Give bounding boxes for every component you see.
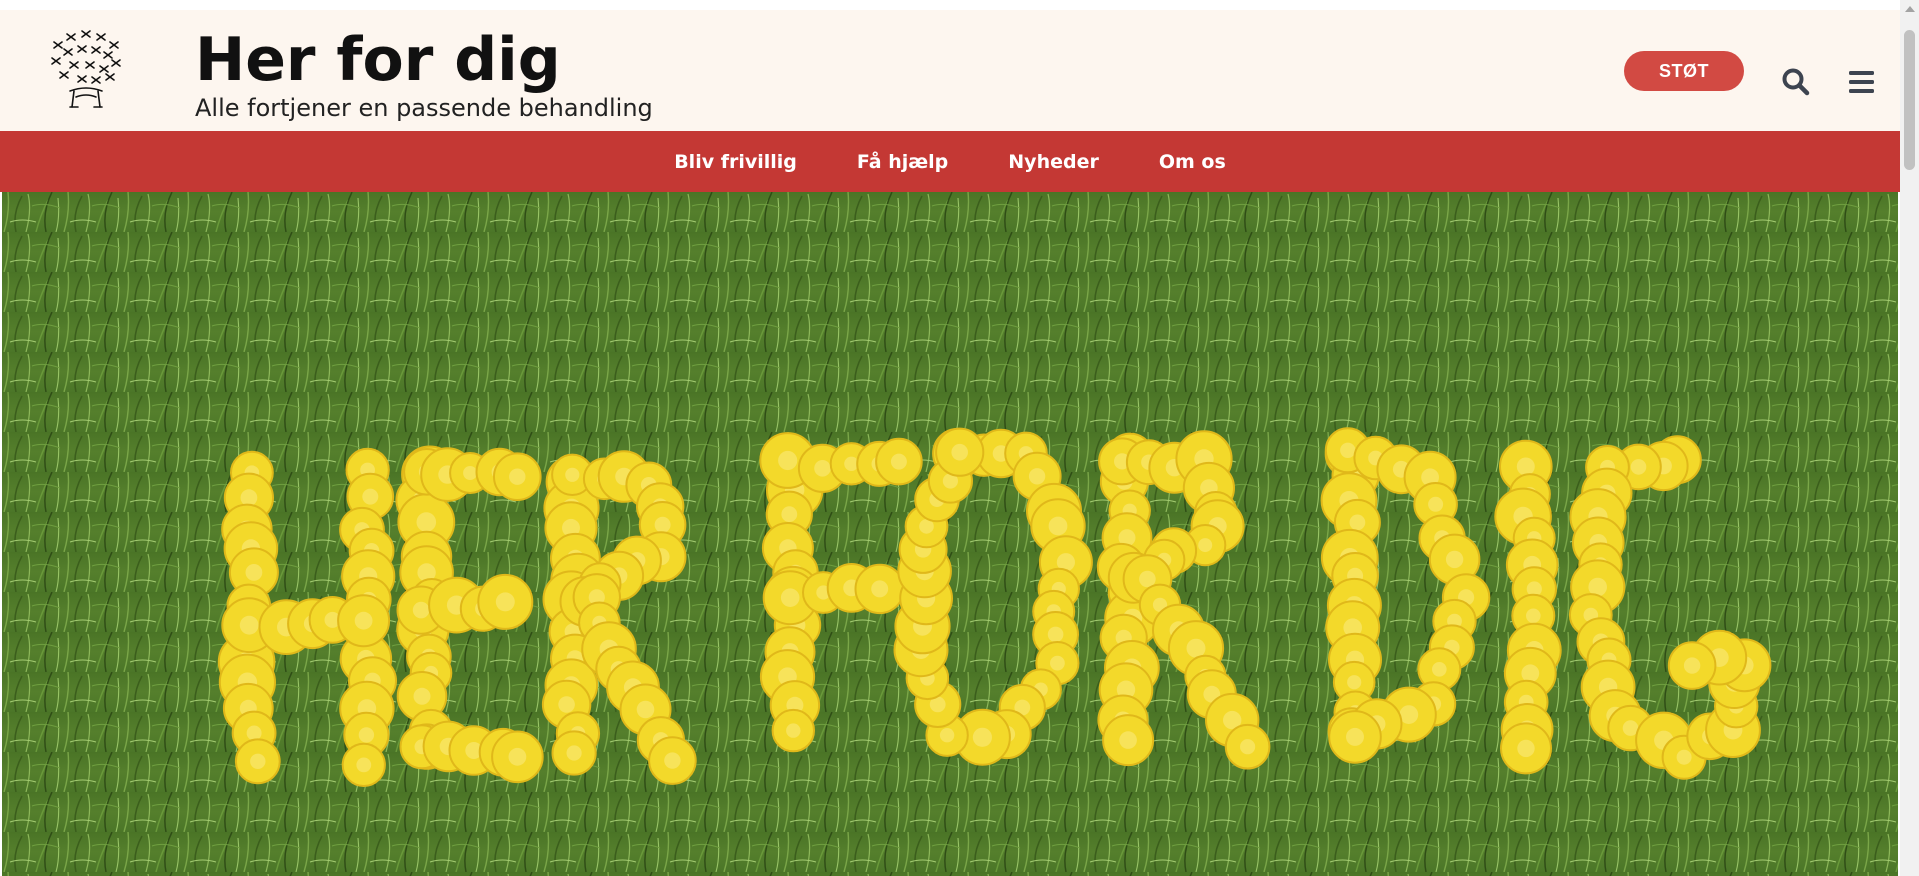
site-title[interactable]: Her for dig	[195, 20, 561, 100]
dandelion-flower-center	[664, 752, 681, 769]
dandelion-flower-center	[1240, 739, 1256, 755]
dandelion-flower-center	[358, 727, 375, 743]
donate-button[interactable]: STØT	[1624, 51, 1744, 91]
dandelion-flower-center	[246, 725, 262, 741]
dandelion-flower-center	[412, 601, 430, 619]
dandelion-flower-center	[250, 753, 266, 769]
nav-item-bliv-frivillig[interactable]: Bliv frivillig	[644, 151, 827, 173]
nav-list: Bliv frivillig Få hjælp Nyheder Om os	[0, 131, 1900, 192]
dandelion-flower-center	[1428, 496, 1444, 512]
nav-item-om-os[interactable]: Om os	[1129, 151, 1256, 173]
dandelion-flower-center	[814, 460, 831, 477]
dandelion-flower-center	[495, 592, 515, 612]
dandelion-flower-center	[240, 489, 258, 507]
scrollbar[interactable]	[1900, 0, 1919, 876]
dandelion-flower-center	[1119, 731, 1137, 749]
dandelion-flower-center	[636, 700, 655, 719]
dandelion-flower-center	[1198, 538, 1213, 553]
dandelion-flower-center	[354, 611, 373, 630]
dandelion-flower-center	[245, 564, 263, 581]
dandelion-flower-center	[1683, 657, 1701, 674]
dandelion-flower-center	[1432, 662, 1447, 677]
dandelion-flower-center	[654, 516, 671, 533]
dandelion-flower-center	[1526, 608, 1541, 624]
dandelion-flower-center	[565, 467, 580, 482]
scrollbar-thumb[interactable]	[1904, 30, 1915, 170]
site-header: Her for dig Alle fortjener en passende b…	[0, 10, 1900, 131]
hero-image	[2, 192, 1898, 876]
dandelion-flower-center	[413, 687, 431, 705]
dandelion-flower-center	[939, 728, 955, 743]
dandelion-flower-center	[508, 747, 527, 766]
search-icon[interactable]	[1780, 66, 1812, 98]
page: Her for dig Alle fortjener en passende b…	[0, 0, 1919, 876]
main-navigation: Bliv frivillig Få hjælp Nyheder Om os	[0, 131, 1900, 192]
dandelion-flower-center	[362, 488, 379, 505]
dandelion-flower-center	[1047, 626, 1064, 643]
dandelion-flower-center	[1676, 749, 1692, 765]
dandelion-flower-center	[1347, 675, 1362, 690]
dandelion-flower-center	[1346, 727, 1364, 746]
dandelion-flower-center	[786, 723, 801, 738]
dandelion-flower-center	[558, 696, 575, 713]
dandelion-flower-center	[463, 466, 478, 480]
dandelion-flower-center	[890, 453, 907, 470]
dandelion-flower-center	[1516, 457, 1535, 476]
dandelion-flower-center	[416, 512, 437, 532]
dandelion-flower-center	[781, 506, 798, 523]
dandelion-flower-center	[871, 580, 889, 598]
dandelion-flower-center	[1050, 655, 1065, 671]
dandelion-flower-center	[1517, 739, 1535, 758]
dandelion-flower-center	[566, 745, 582, 761]
hamburger-menu-icon[interactable]	[1845, 66, 1879, 98]
dandelion-flower-center	[1630, 459, 1647, 475]
dandelion-flower-center	[239, 615, 259, 635]
site-tagline: Alle fortjener en passende behandling	[195, 94, 653, 122]
nav-item-faa-hjaelp[interactable]: Få hjælp	[827, 151, 978, 173]
dandelion-flower-center	[780, 588, 800, 607]
dandelion-flower-center	[1521, 664, 1540, 683]
dandelion-flower-center	[356, 757, 372, 773]
dandelion-flower-center	[778, 450, 798, 471]
dandelion-flower-center	[1048, 516, 1068, 536]
dandelion-logo-icon[interactable]	[46, 25, 126, 115]
scroll-up-arrow-icon[interactable]	[1905, 6, 1915, 12]
dandelion-flower-center	[509, 468, 526, 485]
dandelion-flower-center	[1028, 468, 1046, 485]
nav-item-nyheder[interactable]: Nyheder	[978, 151, 1129, 173]
dandelion-flower-center	[951, 443, 968, 461]
dandelion-flower-center	[972, 727, 993, 747]
dandelion-flower-center	[1340, 442, 1356, 458]
dandelion-flower-center	[1445, 550, 1464, 569]
dandelion-flower-center	[1186, 638, 1206, 658]
dandelion-flower-center	[1349, 514, 1366, 531]
top-strip	[0, 0, 1900, 10]
